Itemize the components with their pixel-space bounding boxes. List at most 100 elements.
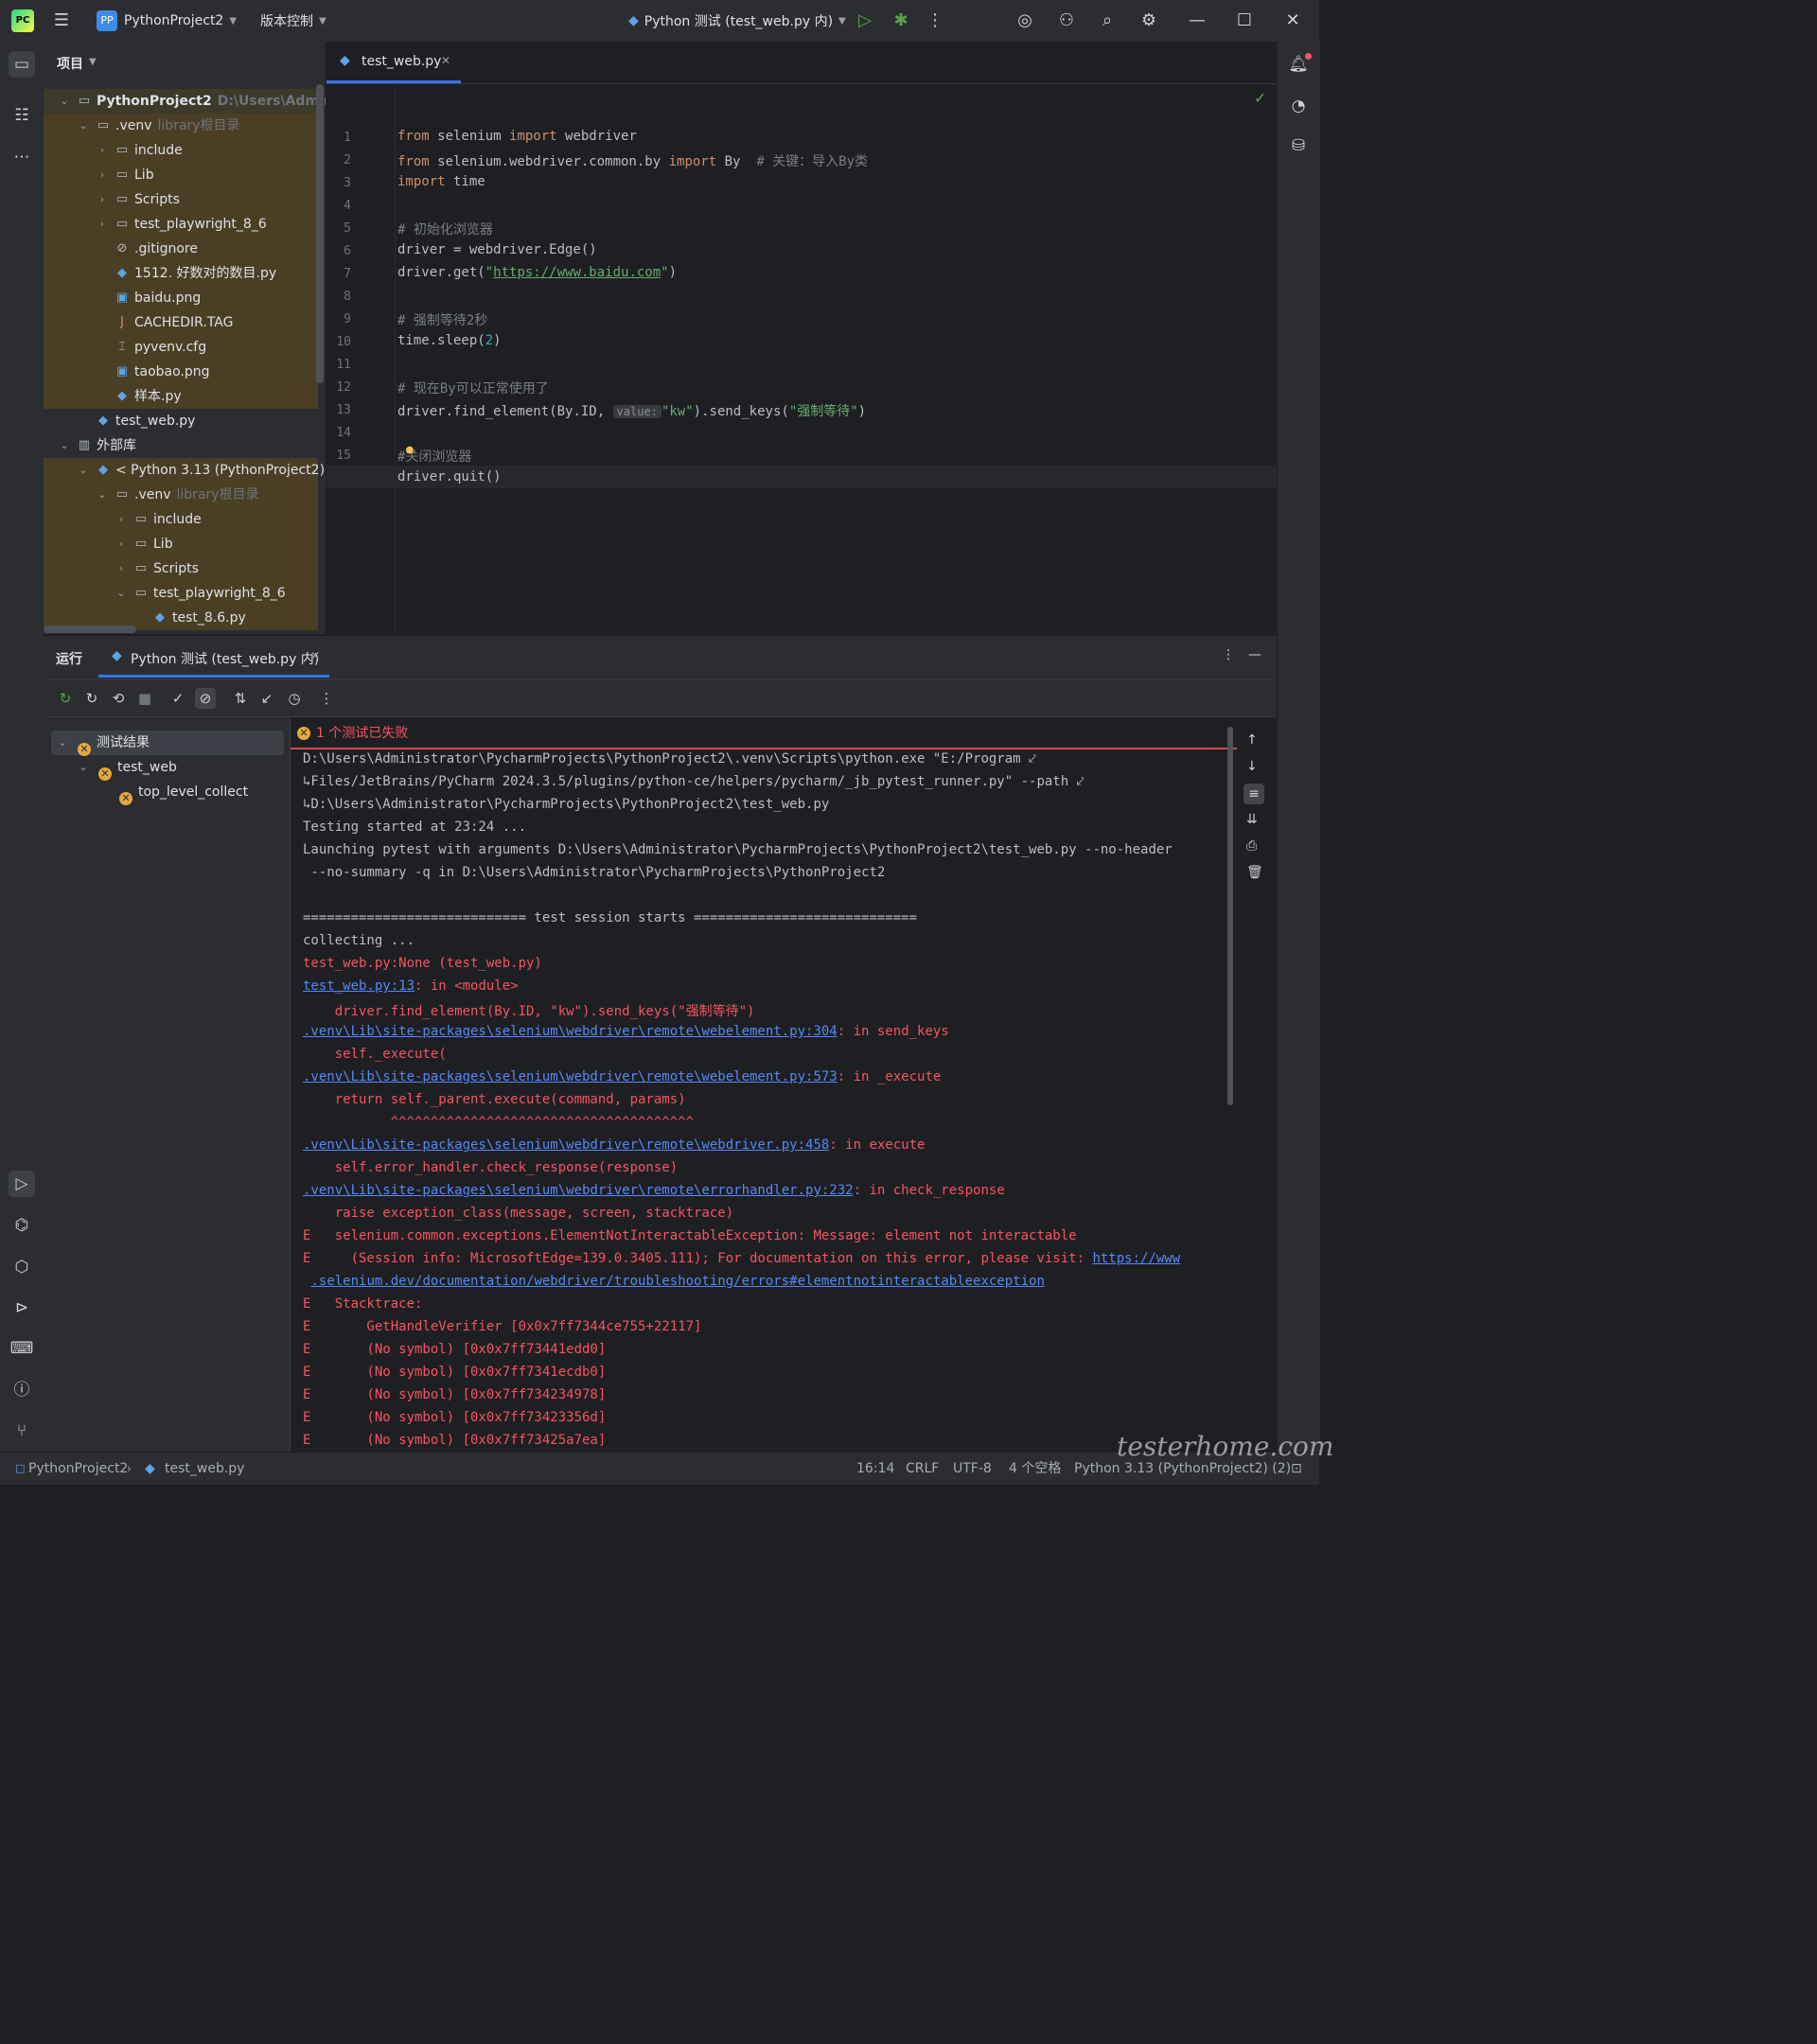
chevron-down-icon[interactable]: ⌄ (59, 433, 70, 458)
run-icon[interactable]: ▷ (854, 9, 876, 32)
hide-panel-icon[interactable]: — (1248, 647, 1261, 662)
tree-item[interactable]: ◆ test_web.py (44, 409, 318, 433)
soft-wrap-icon[interactable]: ≡ (1244, 784, 1264, 804)
history-icon[interactable]: ◷ (284, 688, 305, 709)
rerun-icon[interactable]: ↻ (55, 688, 76, 709)
chevron-down-icon[interactable]: ⌄ (115, 581, 127, 606)
scroll-down-icon[interactable]: ↓ (1246, 759, 1258, 774)
tree-item[interactable]: ▣ baidu.png (44, 286, 318, 310)
rerun-failed-icon[interactable]: ↻ (81, 688, 102, 709)
project-tool-icon[interactable]: ▭ (9, 51, 35, 78)
tree-item[interactable]: ⌶ pyvenv.cfg (44, 335, 318, 360)
file-encoding[interactable]: UTF-8 (953, 1453, 992, 1485)
chevron-right-icon[interactable]: › (97, 138, 108, 163)
chevron-right-icon[interactable]: › (115, 532, 127, 556)
chevron-right-icon[interactable]: › (115, 556, 127, 581)
chevron-down-icon[interactable]: ⌄ (78, 755, 89, 780)
chevron-down-icon[interactable]: ⌄ (59, 89, 70, 114)
more-options-icon[interactable]: ⋮ (1222, 647, 1235, 662)
terminal-icon[interactable]: ⌨ (9, 1335, 35, 1362)
debug-icon[interactable]: ✱ (890, 9, 912, 32)
tree-item[interactable]: ◆ 1512. 好数对的数目.py (44, 261, 318, 286)
chevron-right-icon[interactable]: › (97, 212, 108, 237)
tree-item[interactable]: ⌄ ◆ < Python 3.13 (PythonProject2) (2) (44, 458, 326, 483)
tree-item[interactable]: ▣ taobao.png (44, 360, 318, 384)
tree-item[interactable]: › ▭ Scripts (44, 556, 318, 581)
chevron-right-icon[interactable]: › (97, 163, 108, 187)
vcs-menu[interactable]: 版本控制 ▼ (260, 0, 326, 42)
settings-icon[interactable]: ⚙ (1138, 9, 1160, 32)
close-icon[interactable]: ✕ (1281, 9, 1304, 32)
search-icon[interactable]: ⌕ (1096, 9, 1119, 32)
tree-item[interactable]: ⌄ ▥ 外部库 (44, 433, 318, 458)
tree-item[interactable]: › ▭ include (44, 507, 318, 532)
show-ignored-icon[interactable]: ⊘ (195, 688, 216, 709)
chevron-down-icon[interactable]: ⌄ (78, 114, 89, 138)
more-tools-icon[interactable]: ⋯ (9, 144, 35, 170)
tree-item[interactable]: ⌄ ▭ test_playwright_8_6 (44, 581, 318, 606)
close-tab-icon[interactable]: ✕ (310, 649, 320, 662)
run-tool-icon[interactable]: ▷ (9, 1171, 35, 1197)
console-output[interactable]: ✕ 1 个测试已失败 D:\Users\Administrator\Pychar… (291, 717, 1277, 1453)
stop-icon[interactable]: ■ (134, 688, 155, 709)
add-user-icon[interactable]: ⚇ (1055, 9, 1078, 32)
code-area[interactable]: from selenium import webdriver from sele… (326, 83, 1277, 634)
ai-assistant-icon[interactable]: ◎ (1014, 9, 1036, 32)
chevron-down-icon[interactable]: ⌄ (97, 483, 108, 507)
chevron-right-icon[interactable]: › (115, 507, 127, 532)
tree-item[interactable]: ⌄ ▭ .venv library根目录 (44, 114, 318, 138)
chevron-down-icon[interactable]: ▼ (89, 57, 97, 67)
tree-item[interactable]: › ▭ test_playwright_8_6 (44, 212, 318, 237)
vertical-scrollbar[interactable] (316, 84, 324, 383)
collapse-all-icon[interactable]: ↙ (256, 688, 277, 709)
caret-position[interactable]: 16:14 (856, 1453, 894, 1485)
git-icon[interactable]: ⑂ (9, 1418, 35, 1444)
tree-item[interactable]: ⌄ ▭ .venv library根目录 (44, 483, 318, 507)
project-panel-title[interactable]: 项目 (57, 54, 83, 73)
problems-icon[interactable]: ⓘ (9, 1377, 35, 1403)
tree-item[interactable]: › ▭ include (44, 138, 318, 163)
horizontal-scrollbar[interactable] (44, 626, 136, 633)
breadcrumb-project[interactable]: PythonProject2 (28, 1453, 128, 1485)
stack-trace-link[interactable]: test_web.py:13 (303, 978, 415, 994)
tree-item[interactable]: › ▭ Lib (44, 532, 318, 556)
inspection-ok-icon[interactable]: ✓ (1254, 89, 1266, 107)
tree-item[interactable]: › ▭ Lib (44, 163, 318, 187)
tree-item[interactable]: ◆ 样本.py (44, 384, 318, 409)
run-config-selector[interactable]: ◆ Python 测试 (test_web.py 内) ▼ (628, 0, 846, 42)
documentation-link[interactable]: .selenium.dev/documentation/webdriver/tr… (310, 1274, 1044, 1289)
python-packages-icon[interactable]: ⌬ (9, 1212, 35, 1239)
documentation-link[interactable]: https://www (1092, 1251, 1180, 1266)
indent-setting[interactable]: 4 个空格 (1009, 1453, 1061, 1485)
tree-item[interactable]: › ▭ Scripts (44, 187, 318, 212)
chevron-down-icon[interactable]: ⌄ (57, 731, 68, 755)
toggle-auto-test-icon[interactable]: ⟲ (108, 688, 129, 709)
ai-chat-icon[interactable]: ◔ (1285, 93, 1312, 119)
more-options-icon[interactable]: ⋮ (316, 688, 337, 709)
scroll-to-end-icon[interactable]: ⇊ (1246, 812, 1258, 827)
minimize-icon[interactable]: — (1186, 9, 1208, 32)
run-tab[interactable]: ◆ Python 测试 (test_web.py 内) ✕ (98, 636, 329, 678)
stack-trace-link[interactable]: .venv\Lib\site-packages\selenium\webdriv… (303, 1183, 854, 1198)
chevron-right-icon[interactable]: › (97, 187, 108, 212)
maximize-icon[interactable]: ☐ (1233, 9, 1256, 32)
tree-item[interactable]: ⊘ .gitignore (44, 237, 318, 261)
line-separator[interactable]: CRLF (906, 1453, 939, 1485)
lightbulb-icon[interactable]: ● (406, 443, 414, 457)
console-scrollbar[interactable] (1227, 727, 1233, 1105)
chevron-down-icon[interactable]: ⌄ (78, 458, 89, 483)
print-icon[interactable]: ⎙ (1246, 838, 1257, 854)
test-result-item[interactable]: ⌄ ✕ test_web (51, 755, 284, 781)
stack-trace-link[interactable]: .venv\Lib\site-packages\selenium\webdriv… (303, 1024, 838, 1039)
more-options-icon[interactable]: ⋮ (924, 9, 946, 32)
clear-all-icon[interactable]: 🗑︎ (1246, 865, 1263, 880)
test-result-item[interactable]: ✕ top_level_collect (51, 780, 284, 805)
scroll-up-icon[interactable]: ↑ (1246, 732, 1258, 748)
breadcrumb-file[interactable]: test_web.py (165, 1453, 244, 1485)
tree-item[interactable]: J CACHEDIR.TAG (44, 310, 318, 335)
test-result-item[interactable]: ⌄ ✕ 测试结果 (51, 731, 284, 756)
main-menu-icon[interactable]: ☰ (50, 9, 73, 32)
show-passed-icon[interactable]: ✓ (168, 688, 188, 709)
database-icon[interactable]: ⛁ (1285, 132, 1312, 159)
structure-tool-icon[interactable]: ☷ (9, 102, 35, 129)
